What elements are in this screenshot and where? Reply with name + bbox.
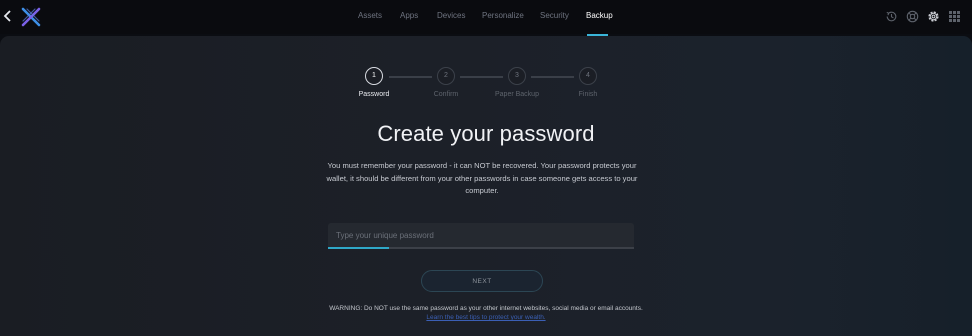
nav-apps[interactable]: Apps xyxy=(400,11,418,20)
settings-gear-icon[interactable] xyxy=(927,10,940,23)
step-2-circle: 2 xyxy=(437,67,455,85)
password-input[interactable] xyxy=(328,223,634,247)
step-connector xyxy=(531,76,574,78)
step-2-label: Confirm xyxy=(433,91,459,98)
step-3-circle: 3 xyxy=(508,67,526,85)
learn-tips-link[interactable]: Learn the best tips to protect your weal… xyxy=(236,314,736,321)
top-bar: Assets Apps Devices Personalize Security… xyxy=(0,0,972,36)
nav-personalize[interactable]: Personalize xyxy=(482,11,524,20)
step-1-circle: 1 xyxy=(365,67,383,85)
step-connector xyxy=(389,76,432,78)
step-4-label: Finish xyxy=(578,91,598,98)
nav-assets[interactable]: Assets xyxy=(358,11,382,20)
nav-devices[interactable]: Devices xyxy=(437,11,465,20)
description-text: You must remember your password - it can… xyxy=(326,161,638,195)
step-4-circle: 4 xyxy=(579,67,597,85)
step-3-label: Paper Backup xyxy=(495,91,539,98)
warning-text: WARNING: Do NOT use the same password as… xyxy=(329,305,643,312)
step-connector xyxy=(460,76,503,78)
next-button[interactable]: NEXT xyxy=(421,270,543,292)
nav-backup[interactable]: Backup xyxy=(586,11,613,20)
history-icon[interactable] xyxy=(885,10,898,23)
app-window: Assets Apps Devices Personalize Security… xyxy=(0,0,972,336)
page-title: Create your password xyxy=(377,121,595,146)
nav-security[interactable]: Security xyxy=(540,11,569,20)
apps-grid-icon[interactable] xyxy=(948,10,961,23)
main-nav: Assets Apps Devices Personalize Security… xyxy=(0,0,972,34)
password-strength-bar xyxy=(328,247,390,249)
password-field-wrapper xyxy=(328,223,634,249)
step-1-label: Password xyxy=(358,91,390,98)
help-icon[interactable] xyxy=(906,10,919,23)
